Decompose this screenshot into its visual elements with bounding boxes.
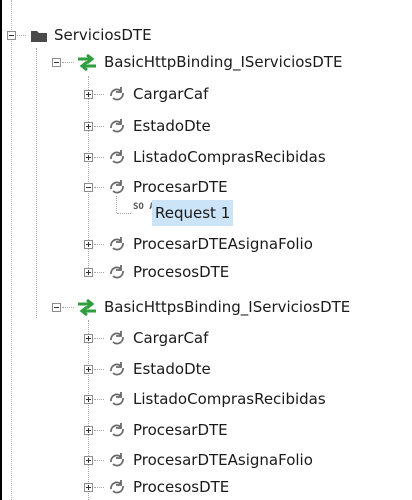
tree-connector [62,307,74,308]
tree-connector [94,94,104,95]
tree-node-label: ServiciosDTE [54,26,152,44]
tree-connector [94,338,104,339]
tree-node-label: BasicHttpsBinding_IServiciosDTE [104,298,351,316]
operation-icon [110,331,124,345]
tree-node-label: CargarCaf [133,85,209,103]
tree-node-operation[interactable]: EstadoDte [0,113,412,139]
collapse-toggle[interactable] [52,303,61,312]
tree-node-label: EstadoDte [133,360,211,378]
tree-node-label: ProcesarDTE [133,178,228,196]
tree-connector [94,187,104,188]
tree-node-binding-https[interactable]: BasicHttpsBinding_IServiciosDTE [0,294,412,320]
tree-connector [94,369,104,370]
operation-icon [110,453,124,467]
tree-node-label: ProcesarDTEAsignaFolio [133,235,313,253]
operation-icon [110,237,124,251]
tree-node-label: ProcesosDTE [133,478,230,496]
operation-icon [110,119,124,133]
project-tree: ServiciosDTE BasicHttpBinding_IServicios… [0,0,412,500]
binding-arrows-icon [78,54,96,71]
tree-connector [94,460,104,461]
tree-connector [94,399,104,400]
operation-icon [110,423,124,437]
tree-connector [94,126,104,127]
soap-icon-text: SO AP [133,202,161,212]
tree-node-label: Request 1 [152,200,234,226]
tree-node-operation[interactable]: ProcesarDTE [0,417,412,443]
operation-icon [110,150,124,164]
expand-toggle[interactable] [84,122,93,131]
tree-node-operation[interactable]: ProcesarDTEAsignaFolio [0,231,412,257]
tree-node-label: ProcesarDTE [133,421,228,439]
tree-connector [17,35,26,36]
tree-connector [62,62,74,63]
collapse-toggle[interactable] [84,183,93,192]
expand-toggle[interactable] [84,334,93,343]
operation-icon [110,265,124,279]
expand-toggle[interactable] [84,456,93,465]
tree-node-label: ListadoComprasRecibidas [133,390,326,408]
expand-toggle[interactable] [84,240,93,249]
tree-node-operation[interactable]: ProcesosDTE [0,474,412,500]
tree-connector [94,244,104,245]
expand-toggle[interactable] [84,426,93,435]
expand-toggle[interactable] [84,365,93,374]
expand-toggle[interactable] [84,153,93,162]
tree-node-label: ProcesosDTE [133,263,230,281]
collapse-toggle[interactable] [52,58,61,67]
tree-node-operation[interactable]: ListadoComprasRecibidas [0,386,412,412]
expand-toggle[interactable] [84,395,93,404]
operation-icon [110,87,124,101]
tree-node-binding-http[interactable]: BasicHttpBinding_IServiciosDTE [0,49,412,75]
expand-toggle[interactable] [84,483,93,492]
tree-node-operation[interactable]: ProcesosDTE [0,259,412,285]
tree-node-label: CargarCaf [133,329,209,347]
tree-node-operation-expanded[interactable]: ProcesarDTE [0,174,412,200]
tree-node-operation[interactable]: ProcesarDTEAsignaFolio [0,447,412,473]
operation-icon [110,480,124,494]
tree-node-request[interactable]: SO AP Request 1 [0,200,412,226]
expand-toggle[interactable] [84,268,93,277]
tree-node-label: EstadoDte [133,117,211,135]
tree-node-operation[interactable]: ListadoComprasRecibidas [0,144,412,170]
soap-icon: SO AP [133,202,161,225]
tree-connector [117,213,131,214]
operation-icon [110,180,124,194]
tree-node-operation[interactable]: CargarCaf [0,325,412,351]
operation-icon [110,362,124,376]
tree-connector [94,430,104,431]
collapse-toggle[interactable] [7,31,16,40]
tree-node-label: BasicHttpBinding_IServiciosDTE [104,53,343,71]
tree-node-operation[interactable]: CargarCaf [0,81,412,107]
binding-arrows-icon [78,299,96,316]
tree-connector [94,272,104,273]
operation-icon [110,392,124,406]
tree-node-root[interactable]: ServiciosDTE [0,22,300,48]
tree-connector [94,157,104,158]
tree-connector [94,487,104,488]
tree-node-operation[interactable]: EstadoDte [0,356,412,382]
folder-icon [31,31,47,42]
expand-toggle[interactable] [84,90,93,99]
tree-node-label: ProcesarDTEAsignaFolio [133,451,313,469]
tree-node-label: ListadoComprasRecibidas [133,148,326,166]
